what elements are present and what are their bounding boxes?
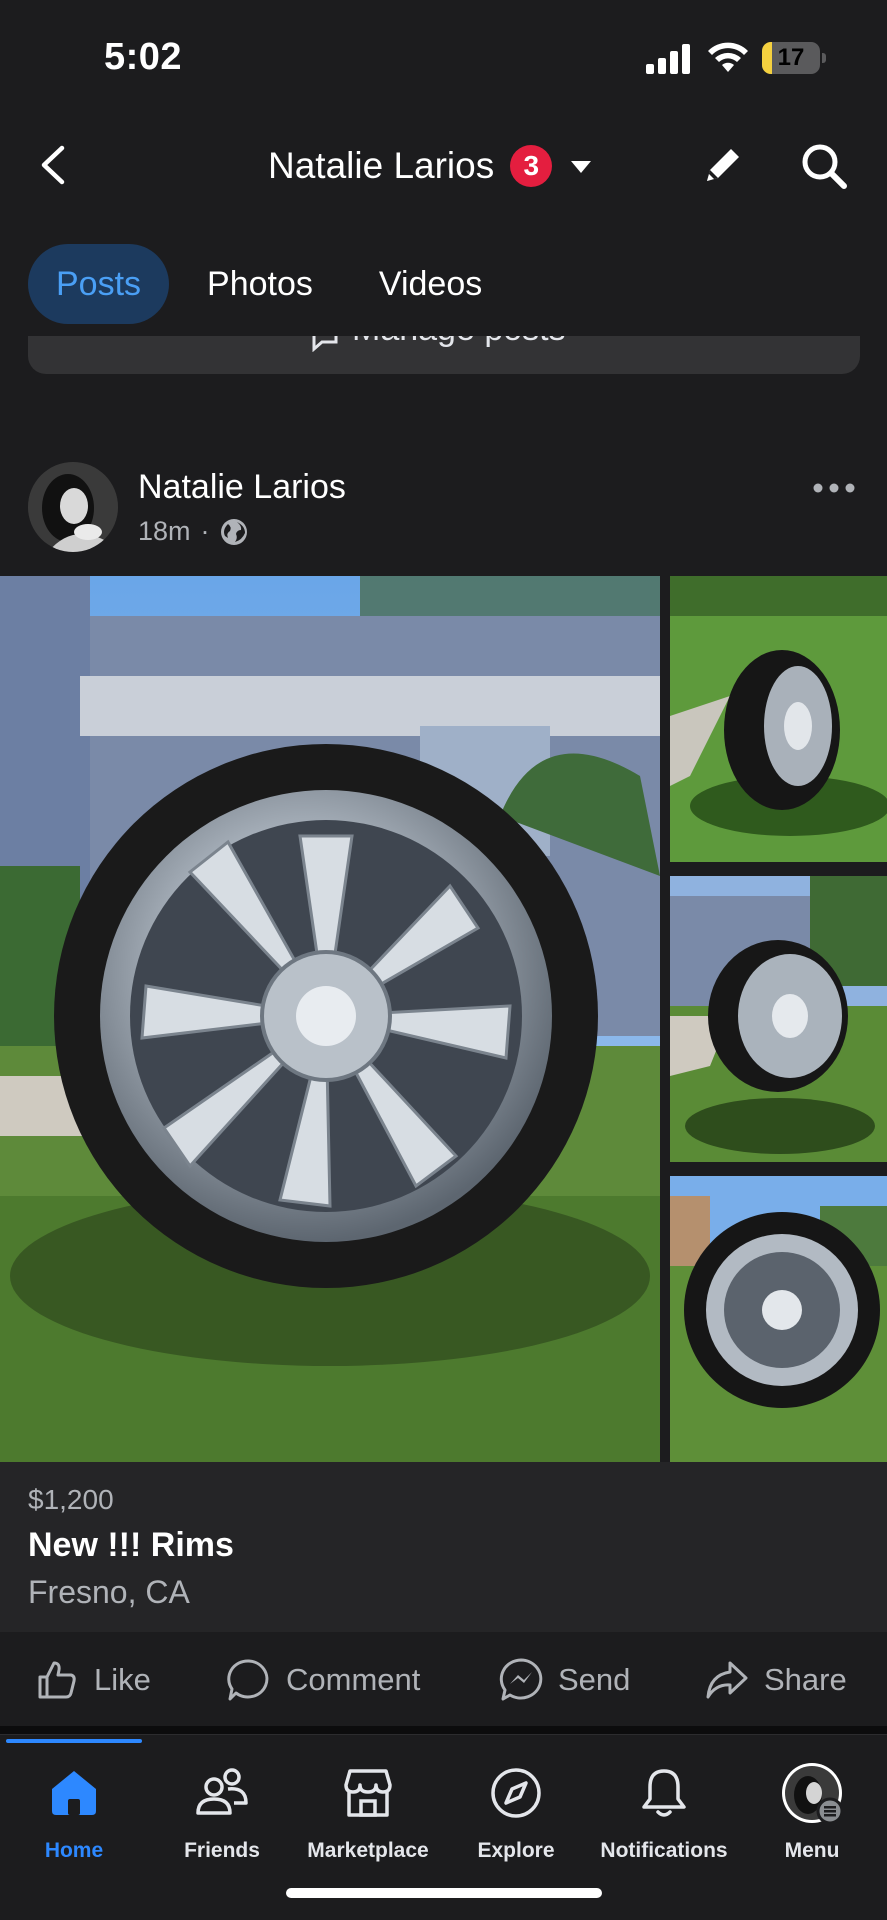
like-label: Like (94, 1662, 151, 1697)
share-label: Share (764, 1662, 847, 1697)
post-actions: Like Comment Send Share (0, 1634, 887, 1726)
nav-notifications-label: Notifications (600, 1839, 728, 1862)
post-photo-thumbnail-1[interactable] (670, 576, 887, 862)
nav-explore-label: Explore (477, 1839, 555, 1862)
search-button[interactable] (798, 140, 850, 192)
home-indicator (286, 1888, 602, 1898)
status-bar: 5:02 17 (0, 0, 887, 118)
marketplace-listing-info[interactable]: $1,200 New !!! Rims Fresno, CA (0, 1462, 887, 1632)
manage-posts-label: Manage posts (352, 336, 566, 349)
share-button[interactable]: Share (704, 1634, 847, 1726)
home-icon (52, 1771, 96, 1815)
meta-separator: · (200, 516, 210, 546)
profile-avatar-icon (782, 1763, 844, 1825)
post-photo-thumbnail-3[interactable] (670, 1176, 887, 1462)
tab-videos[interactable]: Videos (351, 244, 510, 324)
bell-icon (642, 1769, 686, 1817)
battery-icon: 17 (762, 42, 826, 74)
nav-menu[interactable]: Menu (738, 1763, 886, 1895)
nav-menu-label: Menu (784, 1839, 840, 1862)
comment-button[interactable]: Comment (226, 1634, 420, 1726)
active-tab-indicator (6, 1739, 142, 1743)
send-label: Send (558, 1662, 631, 1697)
wheel-photo (0, 576, 660, 1462)
like-button[interactable]: Like (34, 1634, 151, 1726)
section-divider (0, 1726, 887, 1734)
chat-bubble-icon (312, 336, 338, 352)
tab-photos[interactable]: Photos (179, 244, 341, 324)
globe-icon (220, 518, 247, 545)
marketplace-icon (344, 1769, 392, 1817)
nav-explore[interactable]: Explore (442, 1765, 590, 1895)
wheel-photo (670, 876, 887, 1162)
nav-home-label: Home (44, 1839, 104, 1862)
post-photo-thumbnail-2[interactable] (670, 876, 887, 1162)
wheel-photo (670, 1176, 887, 1462)
notification-badge: 3 (510, 145, 553, 187)
battery-level: 17 (777, 44, 805, 71)
listing-location: Fresno, CA (28, 1574, 190, 1610)
author-avatar[interactable] (28, 462, 118, 552)
friends-icon (196, 1768, 248, 1815)
thumbs-up-icon (38, 1661, 76, 1699)
profile-tabs: Posts Photos Videos (28, 244, 520, 324)
listing-price: $1,200 (28, 1484, 114, 1515)
comment-bubble-icon (227, 1659, 269, 1701)
compass-icon (491, 1768, 541, 1818)
back-button[interactable] (30, 140, 80, 190)
post-photo-main[interactable] (0, 576, 660, 1462)
comment-label: Comment (286, 1662, 421, 1697)
post-header: Natalie Larios 18m · (0, 454, 887, 564)
more-options-button[interactable] (810, 478, 858, 498)
tab-posts[interactable]: Posts (28, 244, 170, 324)
nav-marketplace-label: Marketplace (307, 1839, 429, 1862)
share-arrow-icon (706, 1661, 748, 1699)
edit-pencil-button[interactable] (698, 140, 748, 190)
profile-header: Natalie Larios 3 (0, 118, 887, 218)
nav-marketplace[interactable]: Marketplace (294, 1765, 442, 1895)
cellular-signal-icon (646, 44, 690, 74)
post-meta: 18m · (138, 516, 248, 547)
messenger-icon (499, 1658, 543, 1701)
nav-home[interactable]: Home (0, 1765, 148, 1895)
listing-title: New !!! Rims (28, 1526, 234, 1564)
nav-friends-label: Friends (184, 1839, 260, 1862)
manage-posts-button[interactable]: Manage posts (28, 336, 860, 374)
status-time: 5:02 (104, 36, 183, 78)
send-button[interactable]: Send (498, 1634, 630, 1726)
profile-switcher[interactable]: Natalie Larios 3 (268, 138, 592, 194)
author-name[interactable]: Natalie Larios (138, 468, 346, 507)
app-screen: 5:02 17 Natalie Larios 3 Posts Photos Vi… (0, 0, 887, 1920)
wheel-photo (670, 576, 887, 862)
post-time: 18m (138, 516, 191, 546)
nav-notifications[interactable]: Notifications (590, 1765, 738, 1895)
nav-friends[interactable]: Friends (148, 1765, 296, 1895)
wifi-icon (708, 42, 748, 72)
page-title: Natalie Larios (268, 145, 495, 186)
chevron-down-icon (571, 161, 592, 173)
avatar-photo (28, 462, 118, 552)
